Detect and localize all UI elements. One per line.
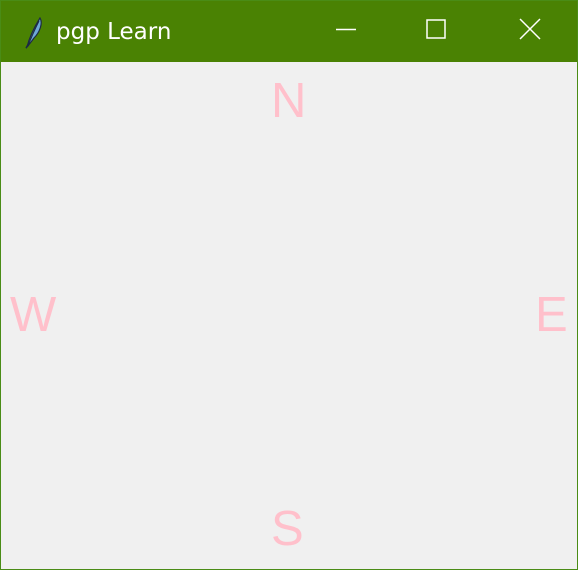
window-title: pgp Learn: [56, 19, 172, 45]
feather-icon[interactable]: [23, 15, 45, 49]
app-window: pgp Learn N W E S: [0, 0, 578, 570]
minimize-icon: [336, 19, 356, 44]
compass-label-south: S: [271, 502, 304, 556]
maximize-button[interactable]: [390, 1, 482, 62]
compass-label-north: N: [271, 74, 307, 128]
compass-label-east: E: [535, 288, 568, 342]
title-bar[interactable]: pgp Learn: [1, 1, 577, 62]
maximize-icon: [426, 19, 446, 44]
minimize-button[interactable]: [300, 1, 392, 62]
canvas-area: N W E S: [1, 62, 577, 569]
close-icon: [519, 18, 541, 45]
close-button[interactable]: [484, 1, 576, 62]
compass-label-west: W: [10, 288, 57, 342]
